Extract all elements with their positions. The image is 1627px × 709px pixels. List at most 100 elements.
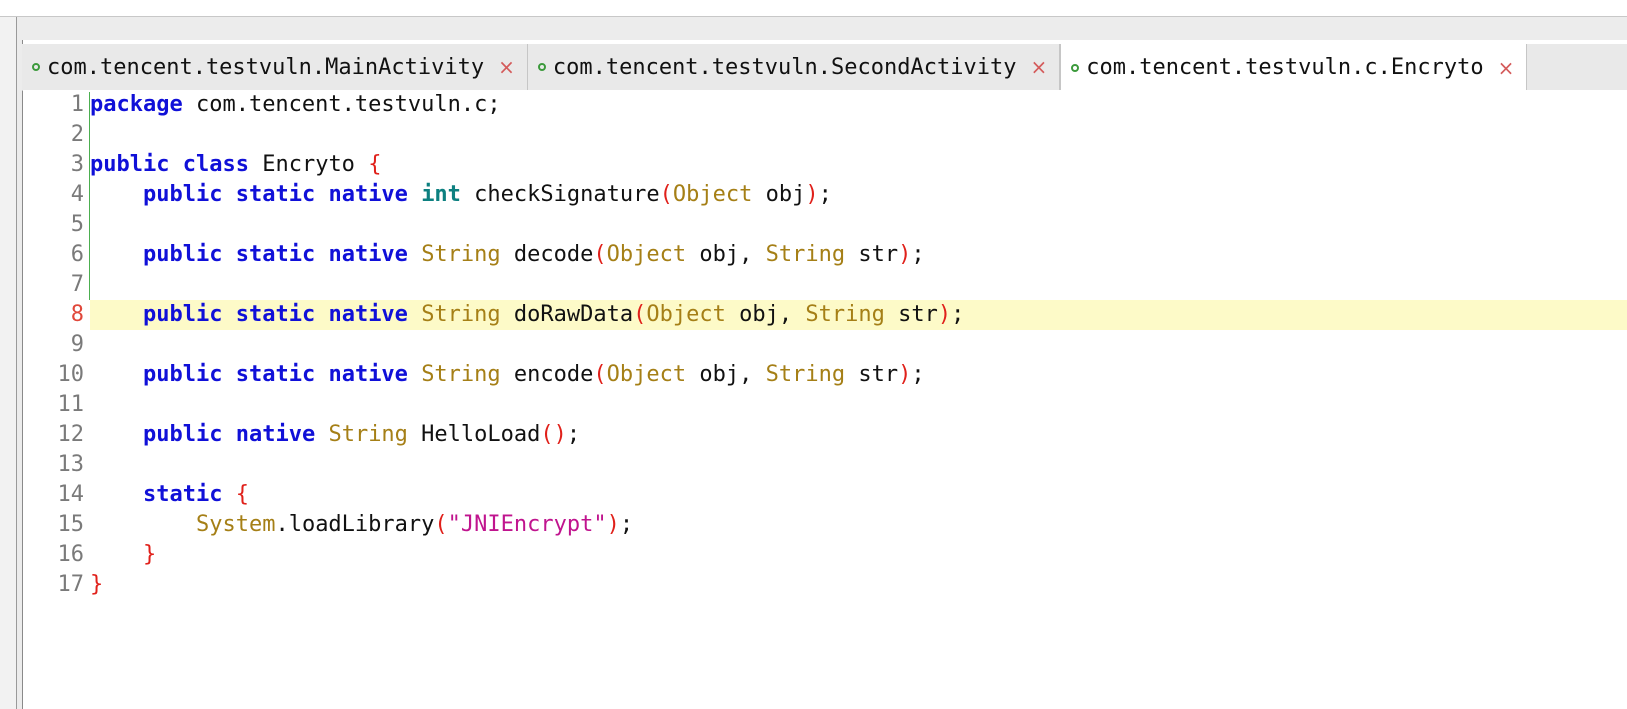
code-token: ) <box>898 362 912 387</box>
tab-main-activity[interactable]: com.tencent.testvuln.MainActivity × <box>22 44 528 90</box>
close-icon[interactable]: × <box>1030 57 1047 77</box>
code-line[interactable]: 7​ <box>23 270 1627 300</box>
line-number: 5 <box>70 212 84 237</box>
code-line[interactable]: 5​ <box>23 210 1627 240</box>
code-token: obj, <box>725 302 806 327</box>
code-token: obj, <box>686 242 766 267</box>
code-line[interactable]: 9​ <box>23 330 1627 360</box>
code-token: public <box>142 182 223 207</box>
code-token: public <box>142 302 223 327</box>
line-number: 4 <box>70 182 84 207</box>
code-token: String <box>765 362 846 387</box>
code-text: }​ <box>90 540 1627 570</box>
code-line[interactable]: 3public class Encryto {​ <box>23 150 1627 180</box>
line-number: 17 <box>57 572 85 597</box>
code-token: String <box>805 302 885 327</box>
code-editor[interactable]: 1package com.tencent.testvuln.c;​2​3publ… <box>23 90 1627 709</box>
code-line[interactable]: 2​ <box>23 120 1627 150</box>
close-icon[interactable]: × <box>1498 58 1515 78</box>
tab-encryto[interactable]: com.tencent.testvuln.c.Encryto × <box>1060 44 1528 91</box>
line-number: 11 <box>57 392 85 417</box>
code-text: ​ <box>90 330 1627 360</box>
code-text: static {​ <box>90 480 1627 510</box>
code-lines: 1package com.tencent.testvuln.c;​2​3publ… <box>23 90 1627 600</box>
code-line[interactable]: 14 static {​ <box>23 480 1627 510</box>
tab-label: com.tencent.testvuln.SecondActivity <box>552 54 1017 80</box>
code-text: }​ <box>90 570 1627 600</box>
code-text: public static native String doRawData(Ob… <box>90 300 1627 330</box>
code-line[interactable]: 10 public static native String encode(Ob… <box>23 360 1627 390</box>
code-line[interactable]: 13​ <box>23 450 1627 480</box>
code-token: ; <box>951 302 965 327</box>
code-token: String <box>421 302 501 327</box>
code-line[interactable]: 17}​ <box>23 570 1627 600</box>
code-text: public native String HelloLoad();​ <box>90 420 1627 450</box>
code-token: native <box>235 422 316 447</box>
line-number: 9 <box>70 332 84 357</box>
tab-second-activity[interactable]: com.tencent.testvuln.SecondActivity × <box>528 44 1061 90</box>
code-token: doRawData <box>500 302 634 327</box>
code-token: obj <box>752 182 806 207</box>
code-line[interactable]: 16 }​ <box>23 540 1627 570</box>
code-token: public <box>142 362 223 387</box>
code-text: public class Encryto {​ <box>90 150 1627 180</box>
code-token: ( <box>434 512 448 537</box>
code-line[interactable]: 1package com.tencent.testvuln.c;​ <box>23 90 1627 120</box>
code-token: native <box>328 362 408 387</box>
code-token: ; <box>911 242 925 267</box>
code-token: native <box>328 302 408 327</box>
code-text: System.loadLibrary("JNIEncrypt");​ <box>90 510 1627 540</box>
line-number: 13 <box>57 452 85 477</box>
left-panel-edge <box>0 17 17 709</box>
code-line[interactable]: 12 public native String HelloLoad();​ <box>23 420 1627 450</box>
code-token: encode <box>500 362 594 387</box>
code-token: public <box>142 242 223 267</box>
code-line[interactable]: 6 public static native String decode(Obj… <box>23 240 1627 270</box>
code-text: public static native String decode(Objec… <box>90 240 1627 270</box>
line-number: 8 <box>70 302 84 327</box>
editor-tab-bar: com.tencent.testvuln.MainActivity × com.… <box>22 44 1627 91</box>
code-text: package com.tencent.testvuln.c;​ <box>90 90 1627 120</box>
line-number: 12 <box>57 422 85 447</box>
code-line[interactable]: 15 System.loadLibrary("JNIEncrypt");​ <box>23 510 1627 540</box>
code-token: static <box>235 242 316 267</box>
code-line[interactable]: 8 public static native String doRawData(… <box>23 300 1627 330</box>
line-number: 7 <box>70 272 84 297</box>
code-token: String <box>765 242 846 267</box>
code-token: ; <box>566 422 581 447</box>
code-token: { <box>235 482 249 507</box>
code-token: decode <box>500 242 594 267</box>
code-line[interactable]: 4 public static native int checkSignatur… <box>23 180 1627 210</box>
code-token: .loadLibrary <box>275 512 435 537</box>
close-icon[interactable]: × <box>498 57 515 77</box>
code-token: static <box>235 362 316 387</box>
code-token: Object <box>606 362 687 387</box>
class-icon <box>1071 63 1080 72</box>
code-token: Object <box>606 242 687 267</box>
code-text: public static native String encode(Objec… <box>90 360 1627 390</box>
code-line[interactable]: 11​ <box>23 390 1627 420</box>
code-token: ) <box>805 182 819 207</box>
code-token: () <box>540 422 567 447</box>
code-token: public <box>90 152 170 177</box>
window-top-bar <box>0 0 1627 17</box>
code-token: Object <box>646 302 726 327</box>
line-number: 16 <box>57 542 85 567</box>
